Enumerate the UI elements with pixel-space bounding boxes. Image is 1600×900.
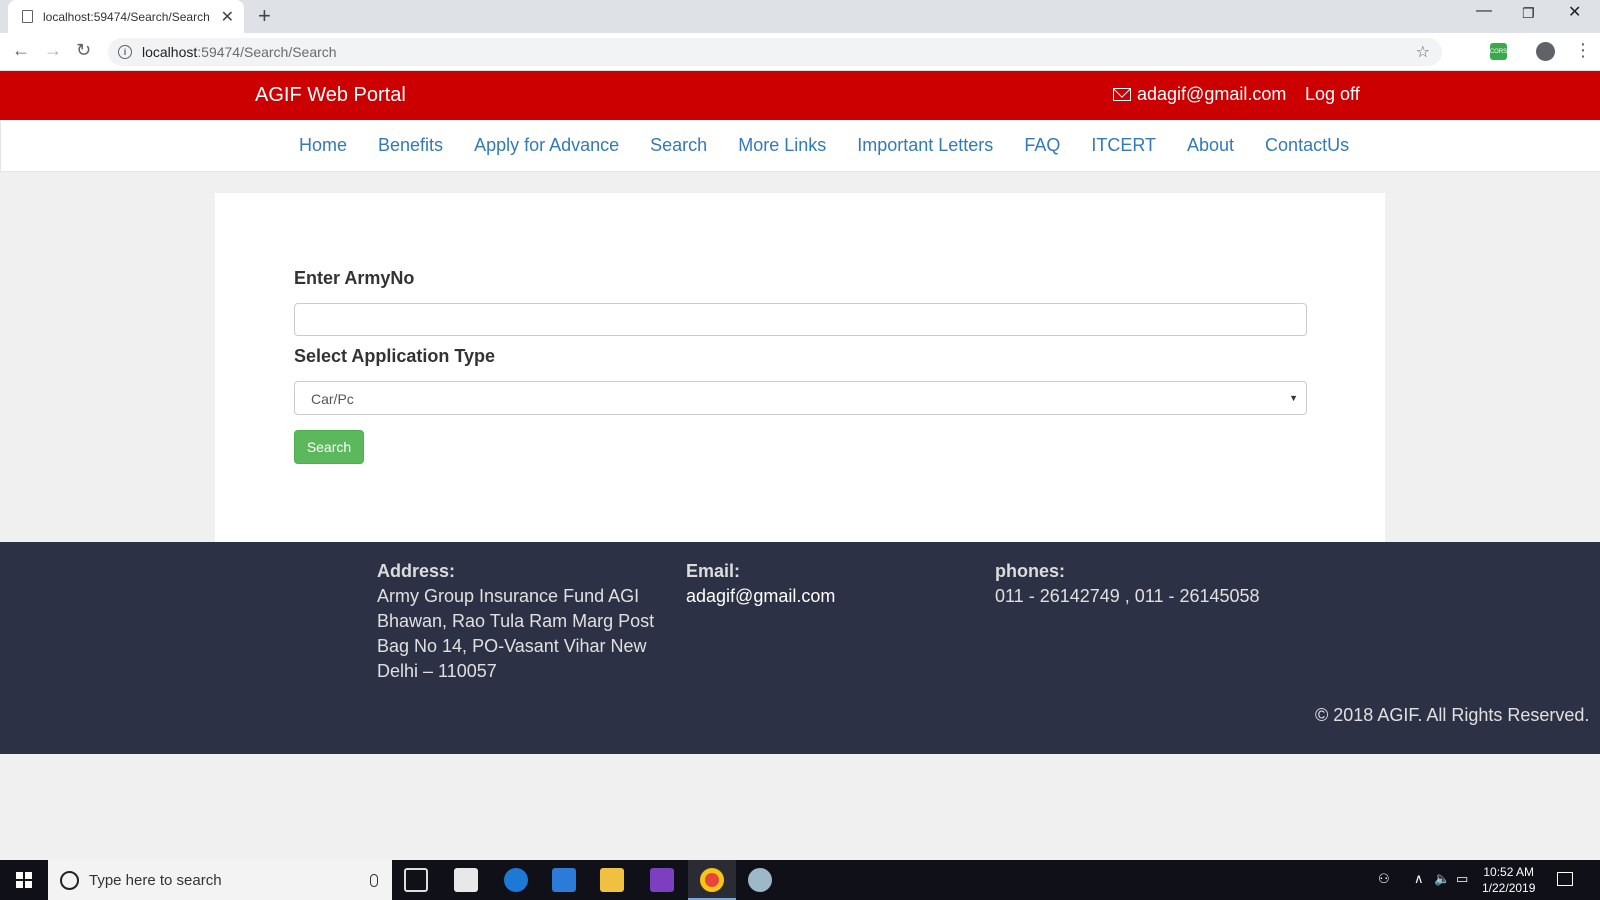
minimize-icon[interactable]: — (1476, 2, 1492, 20)
reload-icon[interactable]: ↻ (76, 40, 91, 61)
nav-more-links[interactable]: More Links (738, 135, 826, 156)
windows-taskbar: Type here to search ⚇ ∧ 🔈 ▭ 10:52 AM 1/2… (0, 860, 1600, 900)
url-path: :59474/Search/Search (197, 44, 337, 60)
nav-contactus[interactable]: ContactUs (1265, 135, 1349, 156)
info-icon[interactable]: i (118, 45, 132, 59)
window-close-icon[interactable]: ✕ (1568, 2, 1581, 22)
nav-home[interactable]: Home (299, 135, 347, 156)
mail-app-icon[interactable] (454, 868, 478, 892)
network-icon[interactable]: ▭ (1456, 871, 1468, 887)
brand-title[interactable]: AGIF Web Portal (255, 84, 406, 107)
url-host: localhost (142, 44, 198, 60)
search-button[interactable]: Search (294, 430, 364, 464)
edge-icon[interactable] (504, 868, 528, 892)
site-footer: Address: Army Group Insurance Fund AGI B… (0, 542, 1600, 754)
url-text: localhost:59474/Search/Search (142, 44, 337, 60)
nav-faq[interactable]: FAQ (1024, 135, 1060, 156)
nav-apply-for-advance[interactable]: Apply for Advance (474, 135, 619, 156)
clock-time: 10:52 AM (1483, 865, 1535, 879)
phones-text: 011 - 26142749 , 011 - 26145058 (995, 586, 1260, 606)
forward-icon[interactable]: → (44, 40, 62, 61)
windows-start-icon[interactable] (16, 872, 32, 888)
notifications-icon[interactable] (1557, 872, 1573, 886)
people-icon[interactable]: ⚇ (1378, 871, 1390, 887)
microphone-icon[interactable] (370, 873, 378, 887)
address-line: Army Group Insurance Fund AGI (377, 586, 640, 606)
taskbar-clock[interactable]: 10:52 AM 1/22/2019 (1482, 864, 1535, 896)
close-tab-icon[interactable]: ✕ (221, 7, 234, 27)
logoff-link[interactable]: Log off (1305, 84, 1360, 105)
browser-toolbar: ← → ↻ i localhost:59474/Search/Search ☆ … (0, 33, 1600, 71)
browser-tabstrip: localhost:59474/Search/Search ✕ + — ❐ ✕ (0, 0, 1600, 33)
footer-phones: phones: 011 - 26142749 , 011 - 26145058 (995, 559, 1260, 609)
tab-title: localhost:59474/Search/Search (43, 9, 210, 24)
email-heading: Email: (686, 561, 741, 581)
address-bar[interactable]: i localhost:59474/Search/Search ☆ (108, 38, 1442, 66)
cortana-icon (60, 870, 79, 890)
restore-icon[interactable]: ❐ (1522, 5, 1535, 22)
footer-email: Email: adagif@gmail.com (686, 559, 835, 609)
address-heading: Address: (377, 561, 456, 581)
site-header: AGIF Web Portal adagif@gmail.com Log off (0, 71, 1600, 120)
taskbar-search[interactable]: Type here to search (48, 860, 392, 900)
browser-menu-icon[interactable]: ⋮ (1574, 40, 1592, 61)
footer-address: Address: Army Group Insurance Fund AGI B… (377, 559, 654, 684)
bookmark-star-icon[interactable]: ☆ (1416, 42, 1430, 62)
browser-tab[interactable]: localhost:59474/Search/Search ✕ (8, 0, 244, 33)
task-view-icon[interactable] (404, 868, 428, 892)
army-no-input[interactable] (294, 303, 1307, 336)
mail-icon (1113, 88, 1131, 101)
army-no-label: Enter ArmyNo (294, 268, 415, 288)
taskbar-search-placeholder: Type here to search (89, 871, 222, 889)
nav-benefits[interactable]: Benefits (378, 135, 443, 156)
copyright: © 2018 AGIF. All Rights Reserved. (1315, 705, 1590, 725)
nav-about[interactable]: About (1187, 135, 1234, 156)
header-email-text: adagif@gmail.com (1137, 84, 1287, 104)
clock-date: 1/22/2019 (1482, 881, 1536, 895)
visual-studio-icon[interactable] (650, 868, 674, 892)
address-line: Bag No 14, PO-Vasant Vihar New (377, 636, 647, 656)
application-type-select[interactable]: Car/Pc ▼ (294, 381, 1307, 415)
nav-search[interactable]: Search (650, 135, 707, 156)
application-type-label: Select Application Type (294, 346, 496, 366)
file-explorer-icon[interactable] (600, 868, 624, 892)
page-icon (22, 10, 33, 23)
chevron-down-icon: ▼ (1289, 393, 1298, 403)
back-icon[interactable]: ← (12, 40, 30, 61)
chevron-up-icon[interactable]: ∧ (1414, 871, 1424, 887)
store-icon[interactable] (552, 868, 576, 892)
volume-muted-icon[interactable]: 🔈 (1434, 871, 1450, 887)
search-form-container: Enter ArmyNo Select Application Type Car… (215, 193, 1385, 542)
address-line: Delhi – 110057 (377, 661, 497, 681)
profile-icon[interactable] (1536, 42, 1555, 61)
main-nav: Home Benefits Apply for Advance Search M… (0, 120, 1600, 172)
phones-heading: phones: (995, 561, 1065, 581)
header-email[interactable]: adagif@gmail.com (1113, 84, 1286, 105)
footer-email-link[interactable]: adagif@gmail.com (686, 584, 835, 609)
extension-icon[interactable]: CORS (1490, 43, 1507, 60)
nav-itcert[interactable]: ITCERT (1091, 135, 1156, 156)
nav-important-letters[interactable]: Important Letters (857, 135, 993, 156)
chrome-icon[interactable] (700, 868, 724, 892)
paint-icon[interactable] (748, 868, 772, 892)
address-line: Bhawan, Rao Tula Ram Marg Post (377, 611, 655, 631)
application-type-value: Car/Pc (311, 391, 354, 407)
new-tab-icon[interactable]: + (258, 3, 271, 29)
